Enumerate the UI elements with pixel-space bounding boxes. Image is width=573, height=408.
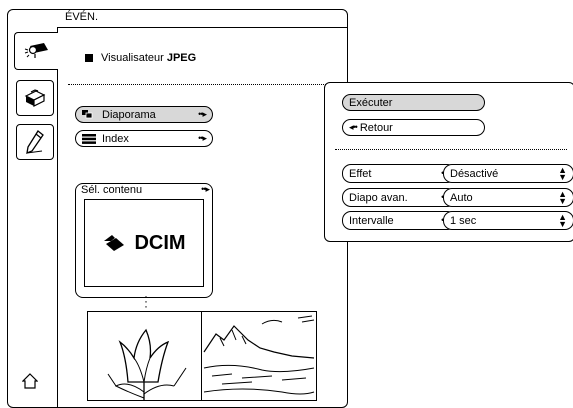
diaporama-label: Diaporama <box>102 108 156 121</box>
section-bullet <box>85 54 93 62</box>
advance-select[interactable]: Auto ▲ ▼ <box>443 188 573 207</box>
updown-icon: ▲ ▼ <box>558 211 567 229</box>
back-label: Retour <box>359 121 393 134</box>
dcim-label: DCIM <box>134 231 186 254</box>
more-dots-icon: · · · <box>144 289 148 313</box>
section-title-prefix: Visualisateur <box>101 52 167 64</box>
folder-icon <box>104 235 125 251</box>
projector-icon <box>24 43 48 58</box>
pen-icon <box>26 130 44 155</box>
interval-row: Intervalle ••▸ 1 sec ▲▼ <box>342 211 573 230</box>
interval-select[interactable]: 1 sec ▲ ▼ <box>443 211 573 230</box>
interval-label: Intervalle <box>349 214 394 227</box>
dotted-separator <box>68 84 348 85</box>
advance-label-button[interactable]: Diapo avan. ••▸ <box>342 188 456 207</box>
updown-icon: ▲ ▼ <box>558 164 567 182</box>
window-title: ÉVÉN. <box>65 11 99 23</box>
sidebar-divider <box>57 27 58 408</box>
updown-icon: ▲ ▼ <box>558 188 567 206</box>
index-icon <box>82 133 96 144</box>
index-label: Index <box>102 132 129 145</box>
section-title: Visualisateur JPEG <box>85 52 196 64</box>
dcim-folder[interactable]: DCIM <box>84 199 204 287</box>
index-button[interactable]: Index ••▸ <box>75 130 213 147</box>
tab-toolbox[interactable] <box>16 80 54 116</box>
execute-label: Exécuter <box>349 96 393 109</box>
arrow-left-icon: ◂•• <box>349 122 358 132</box>
advance-value: Auto <box>450 191 473 204</box>
arrow-right-icon: ••▸ <box>198 109 207 119</box>
section-title-bold: JPEG <box>166 52 197 64</box>
effect-select[interactable]: Désactivé ▲ ▼ <box>443 164 573 183</box>
tab-pen[interactable] <box>16 124 54 160</box>
advance-row: Diapo avan. ••▸ Auto ▲▼ <box>342 188 573 207</box>
effect-label: Effet <box>349 167 372 180</box>
landscape-thumbnail[interactable] <box>202 312 316 400</box>
back-button[interactable]: ◂•• Retour <box>342 119 485 136</box>
arrow-right-icon: ••▸ <box>201 184 210 194</box>
advance-label: Diapo avan. <box>349 191 408 204</box>
tab-projector[interactable] <box>14 32 58 70</box>
diaporama-button[interactable]: Diaporama ••▸ <box>75 106 213 123</box>
tulip-thumbnail[interactable] <box>88 312 200 400</box>
effect-label-button[interactable]: Effet ••▸ <box>342 164 456 183</box>
title-divider <box>57 27 348 28</box>
content-selector-header: Sél. contenu ••▸ <box>81 184 210 196</box>
arrow-right-icon: ••▸ <box>198 133 207 143</box>
interval-label-button[interactable]: Intervalle ••▸ <box>342 211 456 230</box>
effect-value: Désactivé <box>450 167 499 180</box>
interval-value: 1 sec <box>450 214 477 227</box>
slideshow-icon <box>82 109 93 118</box>
home-icon[interactable] <box>22 373 38 389</box>
popup-dotted-separator <box>335 149 567 150</box>
execute-button[interactable]: Exécuter <box>342 94 485 111</box>
effect-row: Effet ••▸ Désactivé ▲▼ <box>342 164 573 183</box>
content-selector-label: Sél. contenu <box>81 184 143 196</box>
toolbox-icon <box>24 89 46 107</box>
